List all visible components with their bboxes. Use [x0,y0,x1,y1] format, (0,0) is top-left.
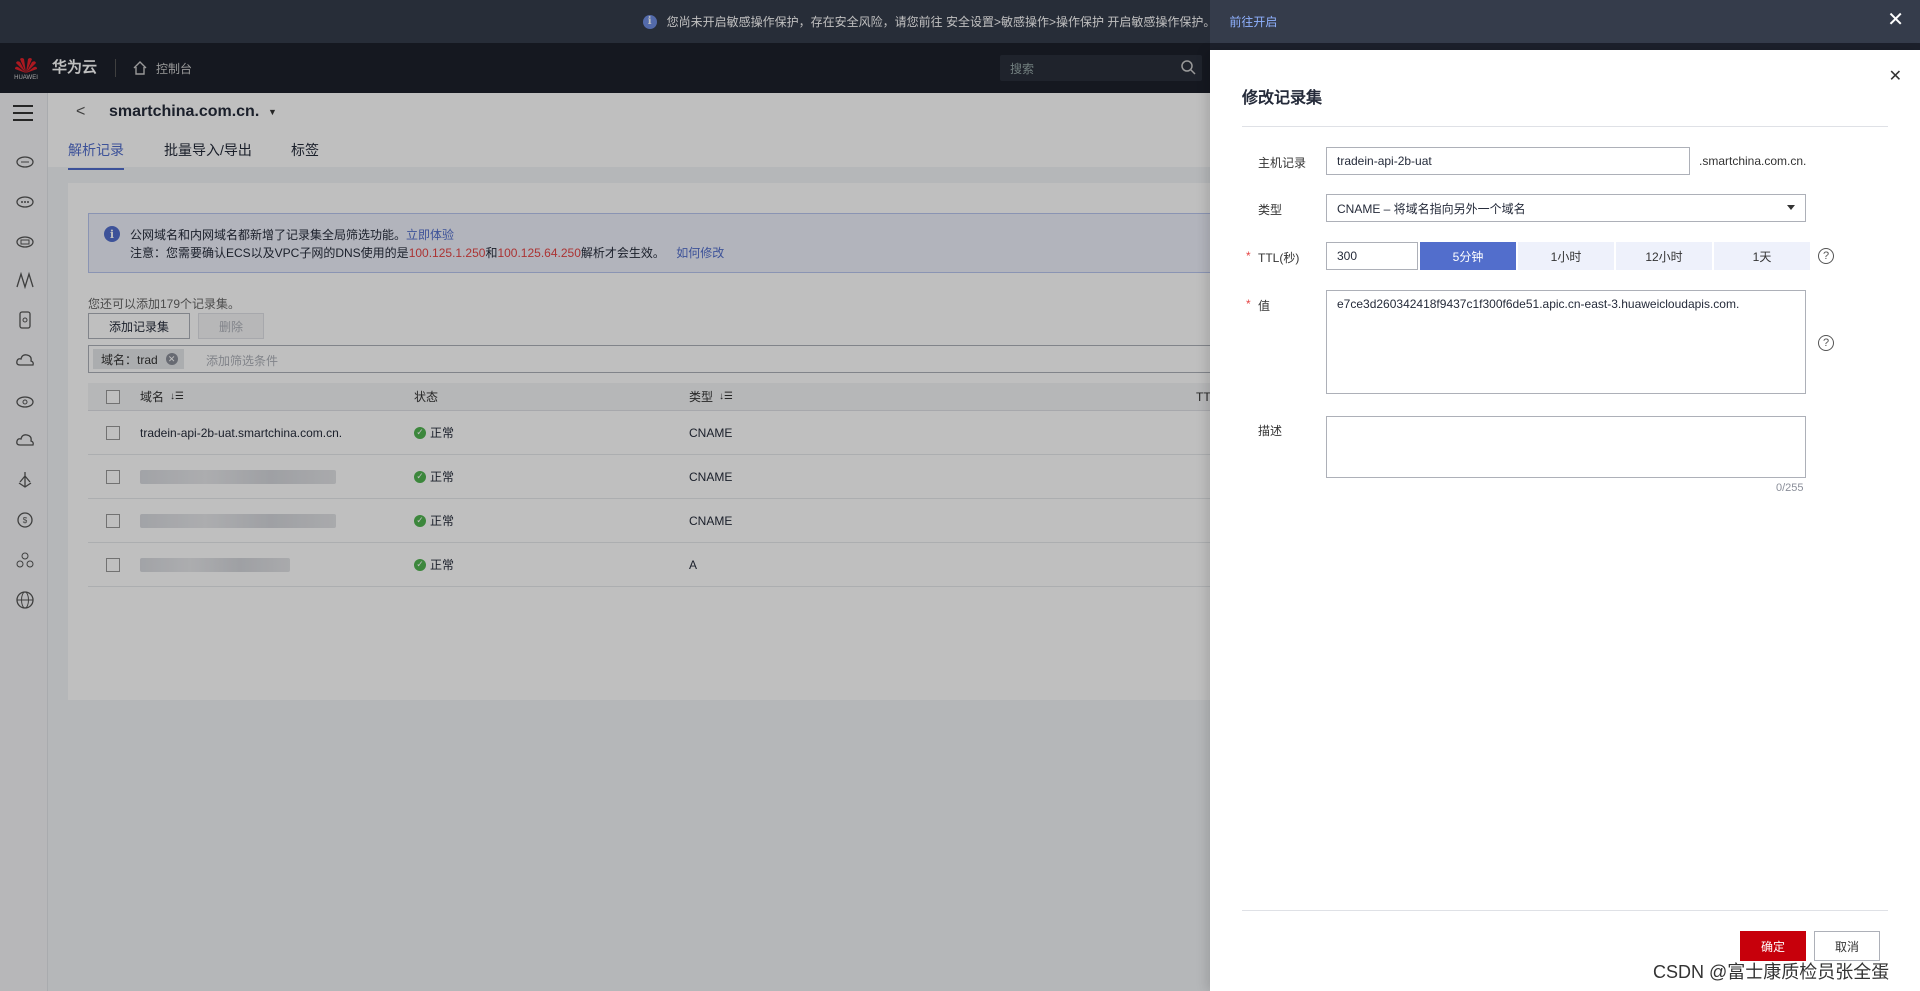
banner-close-icon[interactable]: ✕ [1887,10,1904,30]
ttl-help-icon[interactable]: ? [1818,248,1834,264]
divider [1242,126,1888,127]
cancel-button[interactable]: 取消 [1814,931,1880,961]
csdn-watermark: CSDN @富士康质检员张全蛋 [1653,962,1890,982]
ttl-option-1h[interactable]: 1小时 [1518,242,1614,270]
ttl-option-5min[interactable]: 5分钟 [1420,242,1516,270]
description-textarea[interactable] [1326,416,1806,478]
edit-record-set-drawer: 修改记录集 ✕ 主机记录 tradein-api-2b-uat .smartch… [1210,50,1920,991]
ttl-option-1d[interactable]: 1天 [1714,242,1810,270]
description-counter: 0/255 [1776,482,1804,494]
divider [1242,910,1888,911]
ttl-label: * TTL(秒) [1246,249,1300,265]
banner-enable-link[interactable]: 前往开启 [1229,13,1277,30]
modal-overlay[interactable] [0,0,1210,991]
drawer-title: 修改记录集 [1242,90,1323,107]
value-help-icon[interactable]: ? [1818,335,1834,351]
type-select[interactable]: CNAME – 将域名指向另外一个域名 [1326,194,1806,222]
drawer-close-icon[interactable]: ✕ [1889,66,1902,86]
value-label: * 值 [1246,297,1271,313]
value-textarea[interactable]: e7ce3d260342418f9437c1f300f6de51.apic.cn… [1326,290,1806,394]
ttl-input[interactable]: 300 [1326,242,1418,270]
chevron-down-icon [1787,205,1795,210]
host-record-label: 主机记录 [1258,156,1307,170]
ttl-option-12h[interactable]: 12小时 [1616,242,1712,270]
confirm-button[interactable]: 确定 [1740,931,1806,961]
required-mark: * [1246,249,1251,263]
host-record-suffix: .smartchina.com.cn. [1699,154,1807,168]
description-label: 描述 [1258,424,1283,438]
required-mark: * [1246,297,1251,311]
type-label: 类型 [1258,203,1283,217]
host-record-input[interactable]: tradein-api-2b-uat [1326,147,1690,175]
